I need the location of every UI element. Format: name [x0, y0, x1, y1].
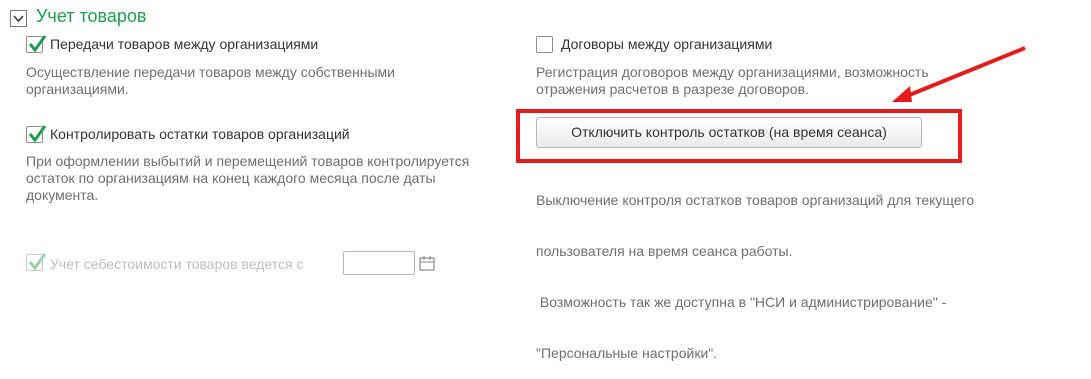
contracts-description: Регистрация договоров между организациям… [536, 64, 929, 98]
cost-accounting-date-input[interactable] [343, 251, 415, 275]
contracts-label[interactable]: Договоры между организациями [561, 36, 772, 52]
transfers-description: Осуществление передачи товаров между соб… [26, 64, 395, 98]
control-stock-checkbox[interactable] [26, 125, 47, 143]
desc-line: остаток по организациям на конец каждого… [26, 170, 436, 186]
calendar-icon[interactable] [418, 254, 436, 272]
desc-line: пользователя на время сеанса работы. [536, 243, 793, 259]
section-title[interactable]: Учет товаров [36, 6, 146, 27]
checkmark-icon [28, 253, 47, 271]
desc-line: При оформлении выбытий и перемещений тов… [26, 153, 470, 169]
control-stock-description: При оформлении выбытий и перемещений тов… [26, 153, 469, 204]
desc-line: Возможность так же доступна в "НСИ и адм… [536, 294, 947, 310]
checkmark-icon [28, 125, 47, 143]
desc-line: организациями. [26, 81, 129, 97]
desc-line: Выключение контроля остатков товаров орг… [536, 192, 975, 208]
chevron-down-icon [11, 11, 26, 26]
transfers-label[interactable]: Передачи товаров между организациями [50, 36, 318, 52]
desc-line: "Персональные настройки". [536, 345, 718, 361]
cost-accounting-checkbox[interactable] [26, 253, 47, 271]
annotation-arrow [892, 46, 1026, 102]
contracts-checkbox[interactable] [536, 36, 553, 53]
checkmark-icon [28, 35, 47, 53]
desc-line: Осуществление передачи товаров между соб… [26, 64, 395, 80]
control-stock-label[interactable]: Контролировать остатки товаров организац… [50, 126, 350, 142]
desc-line: отражения расчетов в разрезе договоров. [536, 81, 809, 97]
highlight-box [516, 109, 962, 163]
section-collapse-toggle[interactable] [10, 10, 27, 27]
desc-line: документа. [26, 187, 99, 203]
cost-accounting-label: Учет себестоимости товаров ведется с [50, 256, 304, 272]
desc-line: Регистрация договоров между организациям… [536, 64, 929, 80]
transfers-checkbox[interactable] [26, 35, 47, 53]
